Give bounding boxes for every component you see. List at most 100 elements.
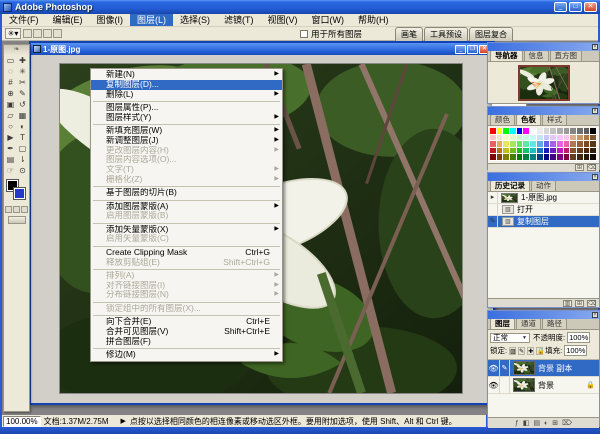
doc-restore-button[interactable]: ❐	[467, 45, 478, 54]
use-all-layers-checkbox[interactable]	[300, 30, 308, 38]
fullscreen-mode-button[interactable]	[21, 206, 28, 213]
layer-row[interactable]: 👁背景🔒	[488, 377, 599, 394]
color-swatch[interactable]	[523, 154, 530, 161]
layer-menu-item-14[interactable]: 基于图层的切片(B)	[91, 188, 282, 198]
maximize-button[interactable]: □	[569, 2, 582, 12]
swatches-tab-0[interactable]: 颜色	[490, 114, 515, 125]
menu-item-0[interactable]: 文件(F)	[2, 14, 46, 26]
layer-menu-item-32[interactable]: 合并可见图层(V)Shift+Ctrl+E	[91, 327, 282, 337]
navigator-tab-0[interactable]: 导航器	[490, 50, 523, 61]
menu-item-3[interactable]: 图层(L)	[130, 14, 173, 26]
layers-tab-1[interactable]: 通道	[516, 318, 541, 329]
close-button[interactable]: ✕	[584, 2, 597, 12]
menu-item-5[interactable]: 滤镜(T)	[217, 14, 261, 26]
clone-stamp-tool[interactable]: ▣	[5, 99, 17, 110]
notes-tool[interactable]: ▤	[5, 154, 17, 165]
layer-menu-item-1[interactable]: 复制图层(D)...	[91, 80, 282, 90]
jump-to-imageready-button[interactable]	[8, 216, 26, 224]
adjustment-layer-icon[interactable]: ◐	[544, 419, 548, 428]
menu-item-6[interactable]: 视图(V)	[261, 14, 305, 26]
rectangular-marquee-tool[interactable]: ▭	[5, 55, 17, 66]
fill-field[interactable]: 100%	[564, 345, 587, 356]
new-document-from-state-icon[interactable]: ▥	[563, 300, 572, 307]
crop-tool[interactable]: #	[5, 77, 17, 88]
color-swatch[interactable]	[537, 154, 544, 161]
window-titlebar[interactable]: Adobe Photoshop _ □ ✕	[0, 0, 600, 14]
new-layer-icon[interactable]: ⊞	[552, 419, 558, 428]
layers-tab-0[interactable]: 图层	[490, 318, 515, 329]
paintbrush-icon[interactable]: ✎	[500, 360, 510, 376]
navigator-tab-1[interactable]: 信息	[524, 50, 549, 61]
intersect-selection-mode-button[interactable]	[53, 29, 62, 38]
menu-item-4[interactable]: 选择(S)	[173, 14, 217, 26]
history-tab-1[interactable]: 动作	[531, 180, 556, 191]
history-state-row[interactable]: ✎▧复制图层	[488, 216, 599, 228]
history-brush-tool[interactable]: ↺	[17, 99, 29, 110]
navigator-tab-2[interactable]: 直方图	[550, 50, 583, 61]
layer-menu-item-16[interactable]: 添加图层蒙版(A)▶	[91, 202, 282, 212]
lock-all-icon[interactable]: 🔒	[536, 347, 543, 355]
lock-transparency-icon[interactable]: ▨	[509, 347, 516, 355]
brush-tool[interactable]: ✎	[17, 88, 29, 99]
magic-wand-tool[interactable]: ✳	[17, 66, 29, 77]
lock-position-icon[interactable]: ✚	[527, 347, 534, 355]
navigator-panel-titlebar[interactable]: ×	[488, 43, 599, 51]
add-selection-mode-button[interactable]	[33, 29, 42, 38]
history-state-row[interactable]: ▧打开	[488, 204, 599, 216]
color-swatch[interactable]	[510, 154, 517, 161]
magic-wand-option-icon[interactable]: ✳▾	[5, 28, 21, 39]
layers-panel-titlebar[interactable]: ×	[488, 311, 599, 319]
visibility-eye-icon[interactable]: 👁	[488, 360, 500, 376]
background-color-swatch[interactable]	[14, 188, 25, 199]
lasso-tool[interactable]: ◌	[5, 66, 17, 77]
layer-menu-item-35[interactable]: 修边(M)▶	[91, 350, 282, 360]
status-zoom-field[interactable]: 100.00%	[3, 416, 41, 427]
layers-tab-2[interactable]: 路径	[542, 318, 567, 329]
color-swatch[interactable]	[577, 154, 584, 161]
layer-style-icon[interactable]: ƒ	[515, 419, 519, 428]
palette-well-tab-0[interactable]: 画笔	[395, 27, 423, 41]
layer-row[interactable]: 👁✎背景 副本	[488, 360, 599, 377]
color-swatch[interactable]	[590, 154, 597, 161]
slice-tool[interactable]: ✂	[17, 77, 29, 88]
color-swatch[interactable]	[544, 154, 551, 161]
delete-swatch-icon[interactable]: ⌫	[587, 164, 596, 171]
eraser-tool[interactable]: ▱	[5, 110, 17, 121]
status-popup-arrow-icon[interactable]: ▶	[121, 417, 126, 425]
menu-item-1[interactable]: 编辑(E)	[46, 14, 90, 26]
history-close-icon[interactable]: ×	[592, 174, 598, 180]
menu-item-2[interactable]: 图像(I)	[90, 14, 131, 26]
layer-menu-item-0[interactable]: 新建(N)▶	[91, 70, 282, 80]
blur-tool[interactable]: ○	[5, 121, 17, 132]
layers-close-icon[interactable]: ×	[592, 312, 598, 318]
swatches-close-icon[interactable]: ×	[592, 108, 598, 114]
color-swatch[interactable]	[517, 154, 524, 161]
layer-set-icon[interactable]: ▤	[533, 419, 540, 428]
layer-menu-item-5[interactable]: 图层样式(Y)▶	[91, 113, 282, 123]
delete-state-icon[interactable]: ⌫	[587, 300, 596, 307]
layer-menu-item-8[interactable]: 新调整图层(J)▶	[91, 136, 282, 146]
color-swatch[interactable]	[557, 154, 564, 161]
blend-mode-select[interactable]: 正常▼	[490, 333, 530, 343]
standard-screen-mode-button[interactable]	[5, 206, 12, 213]
history-brush-marker[interactable]: ✎	[488, 216, 498, 227]
history-brush-marker[interactable]	[488, 204, 498, 215]
visibility-eye-icon[interactable]: 👁	[488, 377, 500, 393]
delete-layer-icon[interactable]: ⌦	[562, 419, 572, 428]
layer-menu-item-7[interactable]: 新填充图层(W)▶	[91, 126, 282, 136]
swatches-tab-2[interactable]: 样式	[542, 114, 567, 125]
layer-menu-item-33[interactable]: 拼合图层(F)	[91, 337, 282, 347]
swatches-tab-1[interactable]: 色板	[516, 114, 541, 125]
swatches-panel-titlebar[interactable]: ×	[488, 107, 599, 115]
history-panel-titlebar[interactable]: ×	[488, 173, 599, 181]
move-tool[interactable]: ✚	[17, 55, 29, 66]
hand-tool[interactable]: ☞	[5, 165, 17, 176]
history-tab-0[interactable]: 历史记录	[490, 180, 530, 191]
eyedropper-tool[interactable]: ⇂	[17, 154, 29, 165]
lock-paint-icon[interactable]: ✎	[518, 347, 525, 355]
menu-item-7[interactable]: 窗口(W)	[305, 14, 352, 26]
new-swatch-icon[interactable]: ⊞	[575, 164, 584, 171]
navigator-close-icon[interactable]: ×	[592, 44, 598, 50]
doc-minimize-button[interactable]: _	[455, 45, 466, 54]
healing-brush-tool[interactable]: ⊕	[5, 88, 17, 99]
